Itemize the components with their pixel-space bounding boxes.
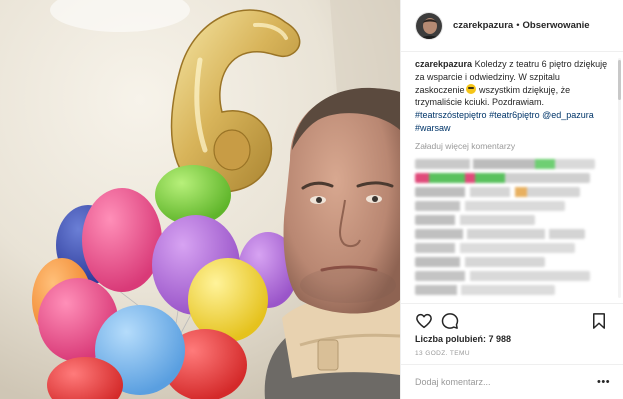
comment-bubble-icon[interactable] — [441, 312, 459, 330]
hashtag-link[interactable]: #warsaw — [415, 123, 451, 133]
blurred-comment — [415, 158, 595, 169]
likes-number: 7 988 — [488, 334, 512, 344]
add-comment-input[interactable] — [415, 374, 585, 390]
header-username-link[interactable]: czarekpazura — [453, 20, 513, 31]
blurred-comment — [415, 172, 590, 183]
post-actions-bar — [401, 303, 623, 337]
blurred-comments — [415, 158, 608, 295]
bookmark-icon[interactable] — [590, 312, 608, 330]
add-comment-bar: ••• — [401, 364, 623, 399]
comments-section[interactable]: czarekpazura Koledzy z teatru 6 piętro d… — [401, 53, 623, 300]
blurred-comment — [415, 214, 535, 225]
load-more-comments-button[interactable]: Załaduj więcej komentarzy — [415, 141, 608, 151]
instagram-post: czarekpazura • Obserwowanie czarekpazura K… — [0, 0, 623, 399]
header-separator-dot: • — [516, 20, 520, 31]
post-header: czarekpazura • Obserwowanie — [401, 0, 623, 52]
selfie-with-balloons-image — [0, 0, 400, 399]
more-options-button[interactable]: ••• — [597, 377, 610, 388]
scrollbar-thumb[interactable] — [618, 60, 621, 100]
avatar-image — [416, 12, 442, 39]
post-timestamp[interactable]: 13 GODZ. TEMU — [415, 350, 470, 357]
blurred-comment — [415, 284, 555, 295]
blurred-comment — [415, 270, 590, 281]
blurred-comment — [415, 200, 565, 211]
mention-link[interactable]: @ed_pazura — [542, 110, 594, 120]
blurred-comment — [415, 256, 545, 267]
hashtag-link[interactable]: #teatrszóstepiętro — [415, 110, 487, 120]
blurred-comment — [415, 242, 575, 253]
comments-scrollbar[interactable] — [618, 58, 621, 298]
blurred-comment — [415, 228, 585, 239]
post-caption: czarekpazura Koledzy z teatru 6 piętro d… — [415, 58, 608, 135]
post-photo[interactable] — [0, 0, 400, 399]
heart-outline-icon[interactable] — [415, 312, 433, 330]
likes-count[interactable]: Liczba polubień: 7 988 — [415, 334, 511, 344]
following-button[interactable]: Obserwowanie — [523, 20, 590, 31]
sunglasses-face-emoji-icon — [465, 83, 476, 94]
likes-label: Liczba polubień: — [415, 334, 486, 344]
hashtag-link[interactable]: #teatr6piętro — [489, 110, 540, 120]
header-text: czarekpazura • Obserwowanie — [453, 20, 590, 31]
post-side-panel: czarekpazura • Obserwowanie czarekpazura K… — [400, 0, 623, 399]
avatar[interactable] — [415, 11, 443, 40]
caption-username-link[interactable]: czarekpazura — [415, 59, 472, 69]
blurred-comment — [415, 186, 580, 197]
